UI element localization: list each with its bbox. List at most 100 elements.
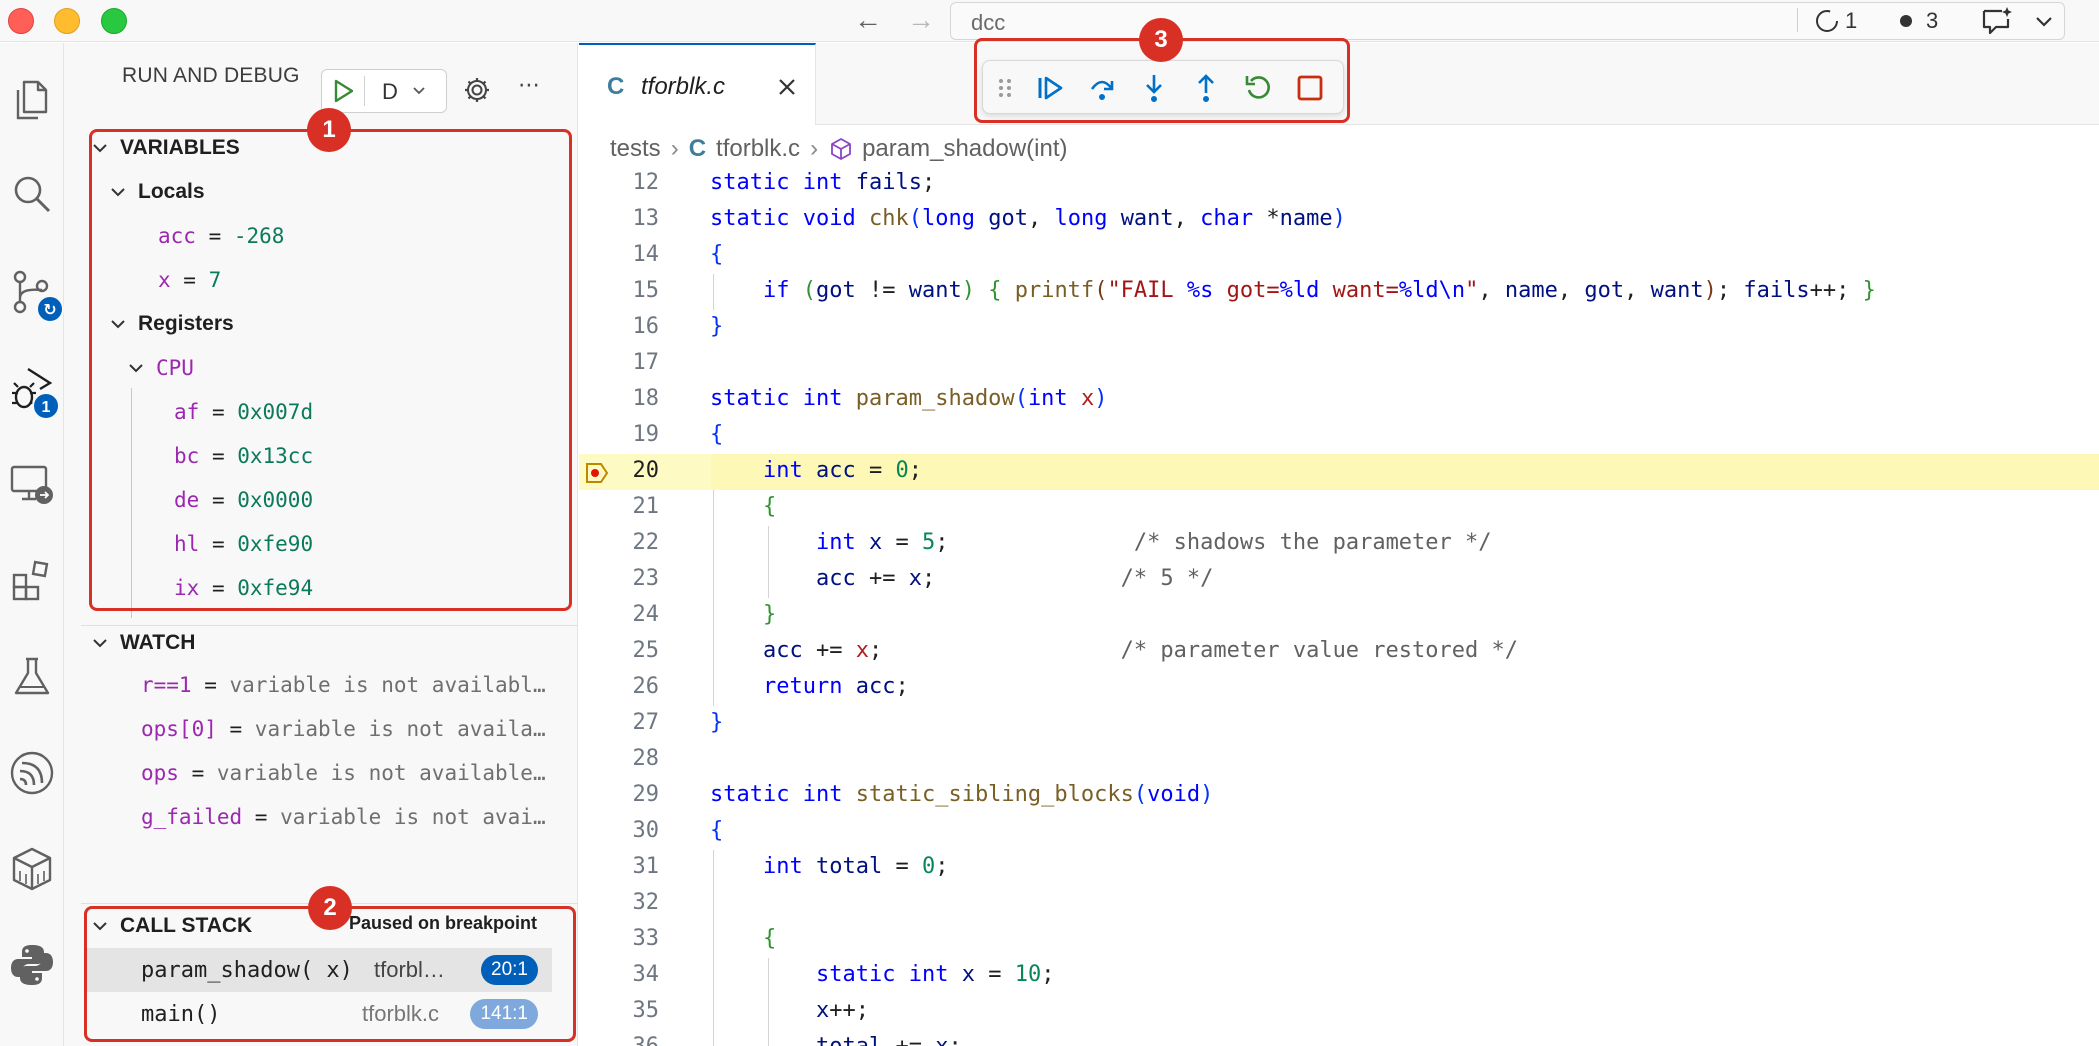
cpu-group[interactable]: CPU	[126, 351, 194, 385]
code-text: acc += x; /* parameter value restored */	[762, 638, 1518, 663]
espressif-icon[interactable]	[8, 749, 56, 797]
breadcrumb-file[interactable]: tforblk.c	[716, 135, 800, 163]
register-name: de	[174, 488, 200, 512]
editor-tab-tforblk[interactable]: C tforblk.c	[579, 43, 816, 125]
stack-frame-row[interactable]: param_shadow( x) tforbl… 20:1	[86, 948, 552, 992]
register-row[interactable]: af = 0x007d	[174, 395, 313, 429]
python-icon[interactable]	[8, 941, 56, 989]
watch-expression: ops	[141, 761, 179, 785]
watch-item[interactable]: r==1 = variable is not availabl…	[141, 668, 546, 702]
changes-status[interactable]: 3	[1900, 6, 1938, 36]
progress-circle-icon	[1816, 10, 1838, 32]
indent-guide	[713, 274, 714, 310]
code-text: {	[710, 242, 724, 267]
debug-configuration-picker[interactable]: D	[321, 69, 447, 113]
continue-icon[interactable]	[1035, 73, 1065, 103]
annotation-badge-3: 3	[1139, 18, 1183, 62]
code-text: static int param_shadow(int x)	[710, 386, 1108, 411]
register-value: 0x007d	[237, 400, 314, 424]
line-number: 16	[632, 314, 660, 339]
registers-group[interactable]: Registers	[108, 307, 234, 341]
remote-explorer-icon[interactable]	[8, 461, 56, 509]
chevron-down-icon[interactable]	[2030, 6, 2058, 36]
back-arrow-icon[interactable]: ←	[853, 6, 883, 36]
stack-frame-function: param_shadow( x)	[141, 957, 353, 983]
code-line: 29 static int static_sibling_blocks(void)	[579, 778, 2099, 814]
code-editor[interactable]: 12 static int fails; 13 static void chk(lo…	[579, 166, 2099, 1046]
step-over-icon[interactable]	[1087, 73, 1117, 103]
close-window-button[interactable]	[8, 8, 34, 34]
register-name: af	[174, 400, 200, 424]
c-file-icon: C	[688, 135, 707, 162]
code-text: return acc;	[762, 674, 909, 699]
dot-icon	[1900, 15, 1912, 27]
command-center-search[interactable]: dcc	[950, 2, 2065, 40]
close-icon[interactable]	[775, 75, 799, 99]
start-debugging-play-icon[interactable]	[330, 78, 356, 104]
variable-row[interactable]: acc = -268	[158, 219, 284, 253]
stack-frame-row[interactable]: main() tforblk.c 141:1	[86, 992, 552, 1036]
step-into-icon[interactable]	[1139, 73, 1169, 103]
register-row[interactable]: de = 0x0000	[174, 483, 313, 517]
progress-status[interactable]: 1	[1815, 6, 1857, 36]
minimize-window-button[interactable]	[54, 8, 80, 34]
variables-header-label: VARIABLES	[120, 136, 240, 159]
chevron-down-icon	[93, 922, 107, 931]
stop-icon[interactable]	[1295, 73, 1325, 103]
code-text: acc += x; /* 5 */	[815, 566, 1214, 591]
line-number: 13	[632, 206, 660, 231]
breadcrumb: tests › C tforblk.c › param_shadow(int)	[610, 130, 1068, 168]
drag-handle-icon[interactable]	[995, 73, 1015, 103]
restart-icon[interactable]	[1243, 73, 1273, 103]
breadcrumb-symbol[interactable]: param_shadow(int)	[862, 135, 1067, 163]
code-text: static int static_sibling_blocks(void)	[710, 782, 1214, 807]
more-actions-ellipsis-icon[interactable]: ⋯	[514, 74, 544, 106]
sidebar-title: RUN AND DEBUG	[122, 64, 300, 87]
chat-sparkle-icon[interactable]	[1980, 5, 2014, 37]
cube-icon[interactable]	[8, 845, 56, 893]
chevron-down-icon	[111, 320, 125, 329]
step-out-icon[interactable]	[1191, 73, 1221, 103]
register-row[interactable]: bc = 0x13cc	[174, 439, 313, 473]
chevron-down-icon	[129, 364, 143, 373]
stack-frame-file: tforbl…	[374, 957, 445, 982]
line-number: 12	[632, 170, 660, 195]
tree-indent-guide	[131, 388, 132, 618]
stack-frame-position-badge: 141:1	[470, 999, 538, 1029]
code-text: static int fails;	[710, 170, 936, 195]
line-number: 27	[632, 710, 660, 735]
register-value: 0x13cc	[237, 444, 314, 468]
search-icon[interactable]	[8, 170, 56, 218]
watch-expression: ops[0]	[141, 717, 217, 741]
line-number: 22	[632, 530, 660, 555]
activity-bar: ↻ 1	[0, 43, 64, 1046]
variable-row[interactable]: x = 7	[158, 263, 221, 297]
line-number: 32	[632, 890, 660, 915]
testing-flask-icon[interactable]	[8, 653, 56, 701]
explorer-files-icon[interactable]	[8, 76, 56, 124]
command-center-text: dcc	[971, 10, 1006, 35]
variable-name: acc	[158, 224, 196, 248]
variables-section-header[interactable]: VARIABLES	[90, 131, 240, 165]
line-number: 18	[632, 386, 660, 411]
maximize-window-button[interactable]	[101, 8, 127, 34]
watch-section-header[interactable]: WATCH	[90, 626, 195, 660]
code-line: 19 {	[579, 418, 2099, 454]
code-line: 36 total += x;	[579, 1030, 2099, 1046]
gear-icon[interactable]	[462, 75, 492, 105]
debug-toolbar	[982, 60, 1344, 114]
extensions-icon[interactable]	[8, 557, 56, 605]
watch-item[interactable]: ops = variable is not available…	[141, 756, 546, 790]
indent-guide	[713, 850, 714, 1046]
call-stack-section-header[interactable]: CALL STACK	[90, 909, 252, 943]
watch-item[interactable]: g_failed = variable is not avai…	[141, 800, 546, 834]
register-name: ix	[174, 576, 200, 600]
locals-group[interactable]: Locals	[108, 175, 205, 209]
breadcrumb-folder[interactable]: tests	[610, 135, 661, 163]
forward-arrow-icon[interactable]: →	[906, 6, 936, 36]
code-line: 16}	[579, 310, 2099, 346]
code-line: 35 x++;	[579, 994, 2099, 1030]
watch-item[interactable]: ops[0] = variable is not availa…	[141, 712, 546, 746]
register-row[interactable]: hl = 0xfe90	[174, 527, 313, 561]
register-row[interactable]: ix = 0xfe94	[174, 571, 313, 605]
